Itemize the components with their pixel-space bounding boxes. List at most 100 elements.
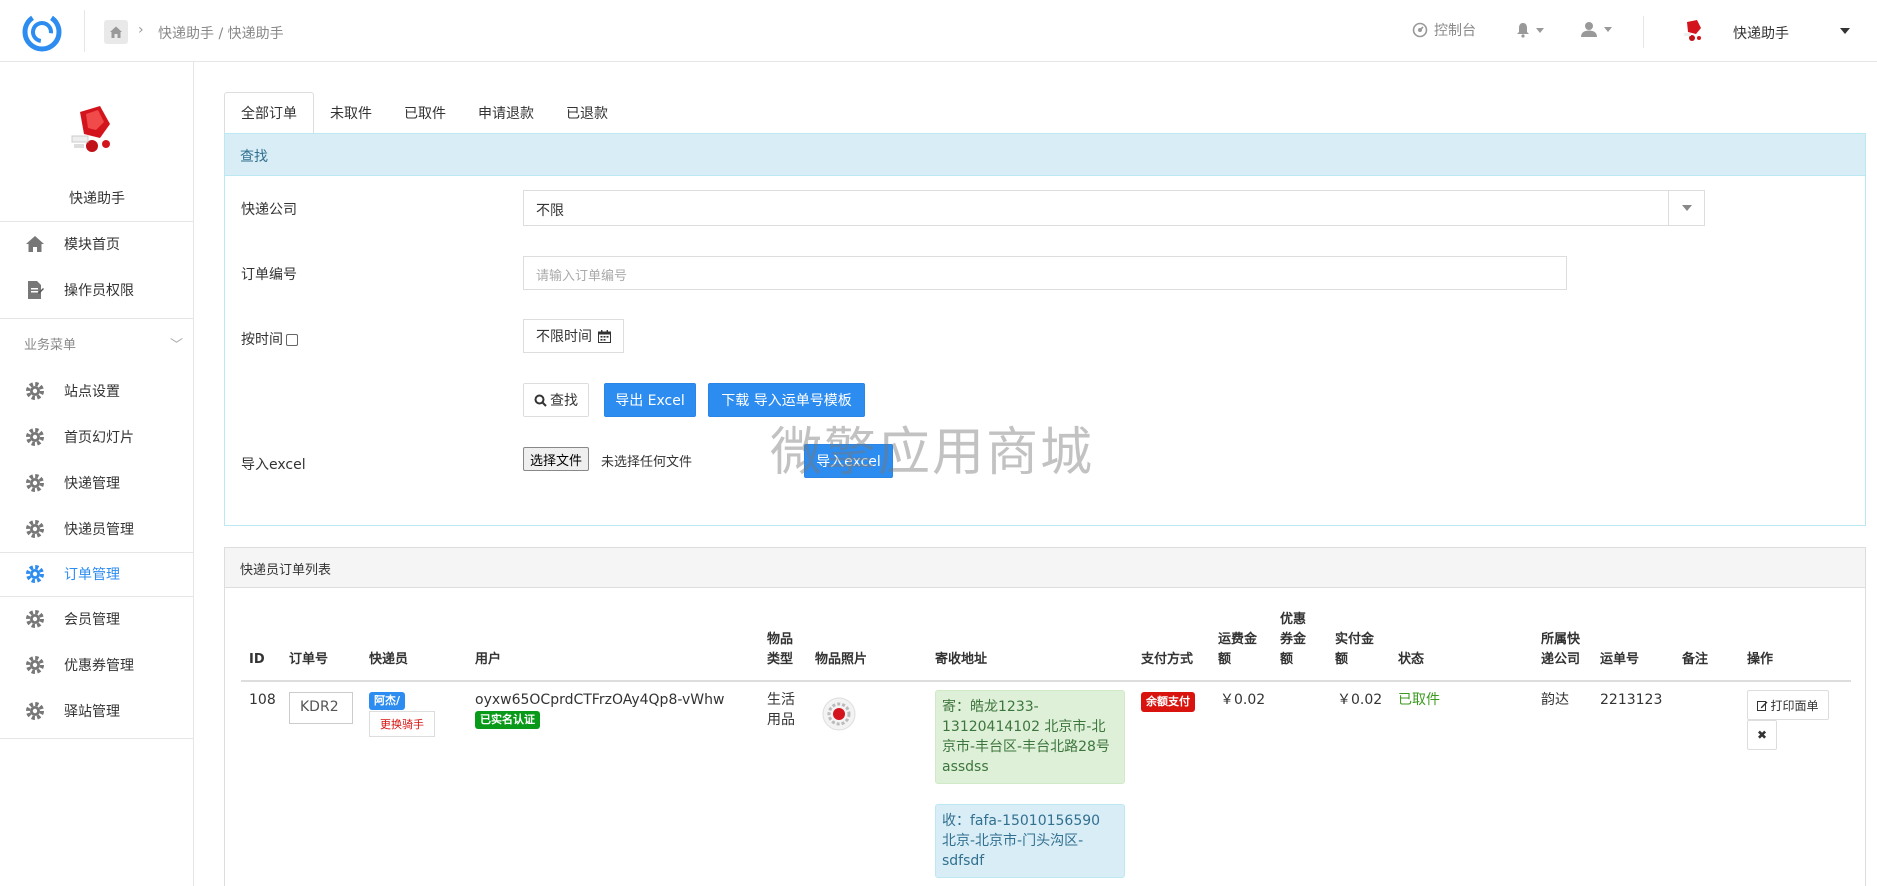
- gear-icon: [24, 472, 46, 494]
- col-header-pay-method: 支付方式: [1141, 652, 1194, 667]
- sidebar-item-label: 首页幻灯片: [64, 430, 134, 446]
- user-openid: oyxw65OCprdCTFrzOAy4Qp8-vWhw: [475, 692, 725, 708]
- sidebar-item-station-management[interactable]: 驿站管理: [0, 689, 194, 733]
- bell-icon: [1517, 23, 1529, 38]
- sidebar-item-label: 快递员管理: [64, 522, 134, 538]
- sidebar-item-label: 会员管理: [64, 612, 120, 628]
- time-range-button[interactable]: 不限时间: [523, 319, 624, 353]
- divider: [84, 10, 85, 52]
- sidebar-item-label: 驿站管理: [64, 704, 120, 720]
- sidebar-item-module-home[interactable]: 模块首页: [0, 222, 194, 266]
- table-header-divider: [241, 680, 1851, 682]
- sidebar-group-label[interactable]: 业务菜单: [24, 334, 76, 353]
- tab-not-picked-up[interactable]: 未取件: [314, 92, 388, 134]
- edit-icon: [1757, 700, 1768, 711]
- home-icon: [24, 233, 46, 255]
- delete-button[interactable]: ✖: [1747, 720, 1777, 750]
- sidebar-item-label: 订单管理: [64, 567, 120, 583]
- courier-badge[interactable]: 阿杰/: [369, 692, 406, 710]
- import-excel-button[interactable]: 导入excel: [804, 444, 893, 478]
- gear-icon: [24, 518, 46, 540]
- col-header-order-no: 订单号: [289, 652, 329, 667]
- gear-icon: [24, 700, 46, 722]
- sidebar-item-member-management[interactable]: 会员管理: [0, 597, 194, 641]
- order-list-title: 快递员订单列表: [225, 548, 1865, 588]
- sidebar-item-order-management[interactable]: 订单管理: [0, 552, 194, 596]
- sender-address: 寄：皓龙1233-13120414102 北京市-北京市-丰台区-丰台北路28号…: [935, 690, 1125, 784]
- console-label: 控制台: [1434, 23, 1476, 39]
- col-header-item-photo: 物品照片: [815, 652, 868, 667]
- console-link[interactable]: 控制台: [1412, 20, 1476, 40]
- download-template-button[interactable]: 下载 导入运单号模板: [708, 383, 865, 417]
- app-logo-icon[interactable]: [20, 10, 64, 54]
- by-time-checkbox[interactable]: [286, 334, 298, 346]
- home-icon[interactable]: [104, 20, 128, 44]
- item-photo[interactable]: [821, 696, 857, 732]
- search-panel: 查找 快递公司 不限 订单编号 请输入订单编号 按时间 不限时间 查找 导出 E…: [224, 133, 1866, 526]
- pay-method-badge: 余额支付: [1141, 692, 1195, 712]
- sidebar-item-home-slides[interactable]: 首页幻灯片: [0, 415, 194, 459]
- sidebar-item-coupon-management[interactable]: 优惠券管理: [0, 643, 194, 687]
- express-company: 韵达: [1541, 692, 1569, 708]
- order-number-field[interactable]: KDR2: [289, 692, 353, 724]
- gear-icon: [24, 654, 46, 676]
- gear-icon: [24, 608, 46, 630]
- tab-all-orders[interactable]: 全部订单: [224, 92, 314, 134]
- sidebar: 快递助手 模块首页 操作员权限 业务菜单 ﹀ 站点设置 首页幻灯片 快递管理 快…: [0, 62, 194, 886]
- status-text: 已取件: [1398, 692, 1440, 708]
- user-icon: [1581, 22, 1597, 37]
- row-id: 108: [249, 692, 276, 708]
- col-header-coupon: 优惠券金额: [1280, 612, 1307, 667]
- export-excel-button[interactable]: 导出 Excel: [604, 383, 696, 417]
- avatar[interactable]: [1680, 18, 1706, 44]
- company-select-value: 不限: [536, 203, 564, 219]
- search-button[interactable]: 查找: [523, 383, 589, 417]
- gear-icon: [24, 380, 46, 402]
- search-icon: [534, 394, 547, 407]
- user-dropdown[interactable]: [1580, 20, 1612, 38]
- col-header-waybill: 运单号: [1600, 652, 1640, 667]
- app-avatar: [71, 106, 110, 152]
- by-time-label-text: 按时间: [241, 332, 283, 348]
- divider: [0, 318, 194, 319]
- breadcrumb[interactable]: 快递助手 / 快递助手: [158, 23, 284, 43]
- caret-down-icon: [1536, 27, 1544, 33]
- sidebar-item-express-management[interactable]: 快递管理: [0, 461, 194, 505]
- username[interactable]: 快递助手: [1733, 23, 1789, 43]
- no-file-text: 未选择任何文件: [601, 455, 693, 470]
- search-panel-title: 查找: [225, 134, 1865, 176]
- col-header-courier: 快递员: [369, 652, 409, 667]
- order-number-input[interactable]: 请输入订单编号: [523, 256, 1567, 290]
- order-number-label: 订单编号: [241, 267, 297, 283]
- time-range-value: 不限时间: [536, 329, 592, 345]
- close-icon: ✖: [1756, 728, 1768, 742]
- sidebar-item-label: 优惠券管理: [64, 658, 134, 674]
- change-courier-button[interactable]: 更换骑手: [369, 711, 435, 737]
- sidebar-item-label: 快递管理: [64, 476, 120, 492]
- col-header-freight: 运费金额: [1218, 632, 1258, 667]
- tab-refunded[interactable]: 已退款: [550, 92, 624, 134]
- sidebar-item-site-settings[interactable]: 站点设置: [0, 369, 194, 413]
- sidebar-item-label: 操作员权限: [64, 283, 134, 299]
- item-type: 生活用品: [767, 692, 795, 728]
- choose-file-button[interactable]: 选择文件: [523, 447, 590, 471]
- sidebar-item-courier-management[interactable]: 快递员管理: [0, 507, 194, 551]
- order-list-panel: 快递员订单列表 ID 订单号 快递员 用户 物品类型 物品照片 寄收地址 支付方…: [224, 547, 1866, 886]
- receiver-address: 收：fafa-15010156590 北京-北京市-门头沟区-sdfsdf: [935, 804, 1125, 878]
- caret-down-icon[interactable]: [1840, 28, 1850, 34]
- print-label-button[interactable]: 打印面单: [1747, 690, 1829, 720]
- sidebar-item-label: 站点设置: [64, 384, 120, 400]
- tab-refund-requested[interactable]: 申请退款: [462, 92, 550, 134]
- sidebar-item-operator-permissions[interactable]: 操作员权限: [0, 268, 194, 312]
- paid-amount: ￥0.02: [1337, 692, 1383, 708]
- app-name: 快递助手: [69, 191, 125, 207]
- notifications-dropdown[interactable]: [1516, 22, 1544, 38]
- document-edit-icon: [24, 279, 46, 301]
- company-select[interactable]: 不限: [523, 190, 1705, 226]
- chevron-down-icon[interactable]: [1668, 191, 1704, 225]
- caret-down-icon: [1604, 26, 1612, 32]
- tab-picked-up[interactable]: 已取件: [388, 92, 462, 134]
- chevron-down-icon[interactable]: ﹀: [170, 334, 183, 353]
- import-excel-label: 导入excel: [241, 457, 306, 473]
- freight-amount: ￥0.02: [1220, 692, 1266, 708]
